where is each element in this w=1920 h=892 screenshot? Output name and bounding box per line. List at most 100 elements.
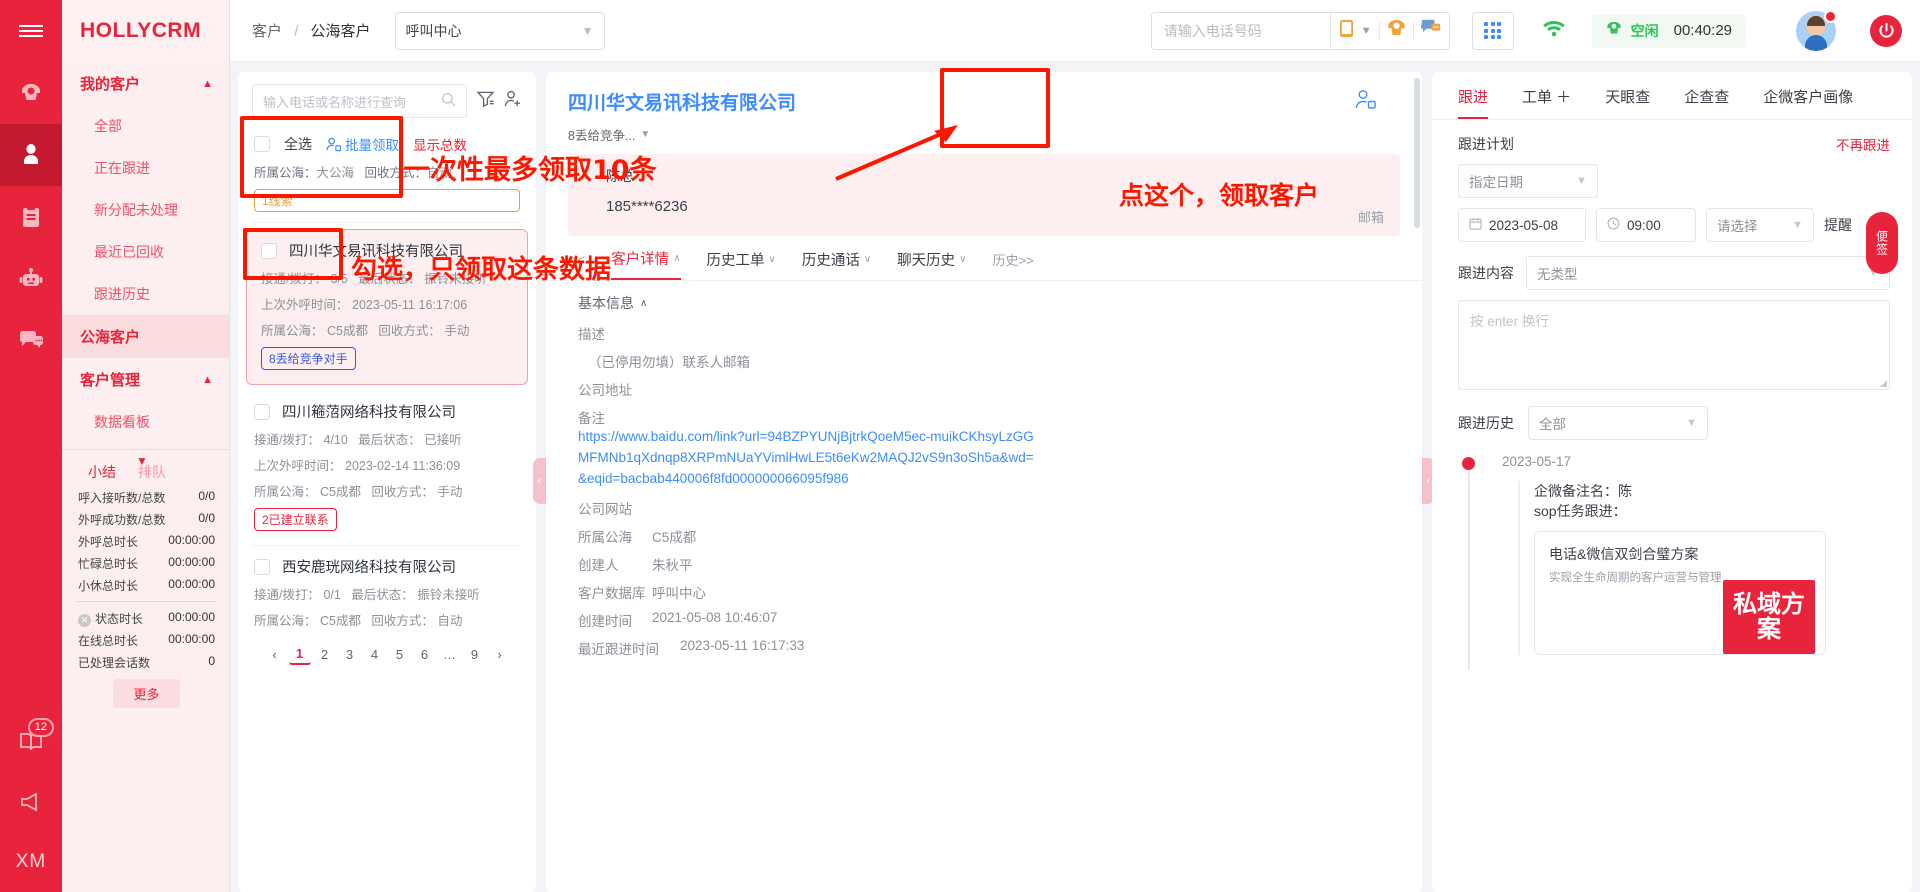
follow-content-textarea[interactable]: 按 enter 换行 [1458, 300, 1890, 390]
page-1[interactable]: 1 [288, 643, 311, 665]
list-item-name: 四川华文易讯科技有限公司 [289, 244, 463, 260]
collapse-left-handle[interactable]: ‹ [533, 458, 546, 504]
page-4[interactable]: 4 [364, 643, 386, 665]
list-item[interactable]: 西安鹿珖网络科技有限公司 接通/拨打： 0/1 最后状态： 振铃未接听 所属公海… [238, 546, 536, 633]
date-type-select[interactable]: 指定日期 ▼ [1458, 164, 1598, 198]
tab-next-arrows[interactable]: 历史>> [993, 250, 1034, 278]
page-2[interactable]: 2 [314, 643, 336, 665]
remind-select[interactable]: 请选择 ▼ [1706, 208, 1814, 242]
book-icon[interactable]: 12 [0, 712, 62, 772]
tab-history-calls[interactable]: 历史通话 ∨ [802, 249, 871, 279]
select-all-row: 全选 批量领取 显示总数 [238, 124, 536, 154]
field-key: 最近跟进时间 [578, 641, 659, 657]
page-5[interactable]: 5 [389, 643, 411, 665]
batch-claim-button[interactable]: 批量领取 [326, 134, 399, 154]
tab-prev-arrows[interactable]: << [570, 252, 585, 276]
stat-value: 0/0 [198, 488, 215, 503]
list-item-checkbox[interactable] [261, 242, 277, 259]
list-item-checkbox[interactable] [254, 403, 270, 420]
sidebar-group-customer-mgmt[interactable]: 客户管理 ▲ [62, 358, 229, 401]
mobile-icon[interactable] [1339, 19, 1354, 43]
apps-grid-button[interactable] [1471, 11, 1514, 50]
tab-customer-detail[interactable]: 客户详情 ∧ [611, 248, 681, 280]
claim-customer-button[interactable] [1338, 80, 1394, 120]
page-3[interactable]: 3 [339, 643, 361, 665]
page-prev[interactable]: ‹ [264, 643, 286, 665]
chevron-up-icon-2: ▲ [202, 373, 213, 386]
add-user-icon[interactable] [504, 90, 522, 113]
list-item-connect: 接通/拨打： 3/5 最后状态： 振铃未接听 [261, 261, 515, 287]
filter-icon[interactable] [476, 90, 495, 112]
no-follow-link[interactable]: 不再跟进 [1836, 134, 1890, 154]
megaphone-icon[interactable] [0, 772, 62, 832]
tab-follow[interactable]: 跟进 [1458, 86, 1489, 119]
power-button[interactable] [1870, 14, 1902, 47]
page-next[interactable]: › [489, 643, 511, 665]
agent-status-badge[interactable]: 空闲 00:40:29 [1591, 13, 1746, 48]
calendar-icon [1469, 217, 1482, 233]
date-input[interactable]: 2023-05-08 [1458, 208, 1586, 242]
tab-wecom-profile[interactable]: 企微客户画像 [1763, 86, 1853, 119]
phone-input[interactable] [1151, 12, 1330, 49]
sidebar-item-following[interactable]: 正在跟进 [62, 147, 229, 189]
follow-history-filter-select[interactable]: 全部 ▼ [1528, 406, 1708, 440]
sidebar-group-my-customers[interactable]: 我的客户 ▲ [62, 62, 229, 105]
divider-2 [1412, 21, 1414, 40]
list-item[interactable]: 四川篐菬网络科技有限公司 接通/拨打： 4/10 最后状态： 已接听 上次外呼时… [238, 391, 536, 545]
chat-icon[interactable] [0, 310, 62, 372]
sidebar-item-dashboard[interactable]: 数据看板 [62, 401, 229, 443]
timeline-card-title: 电话&微信双剑合璧方案 [1549, 546, 1699, 562]
stats-tab-summary[interactable]: 小结 [88, 462, 116, 482]
list-item[interactable]: 四川华文易讯科技有限公司 接通/拨打： 3/5 最后状态： 振铃未接听 上次外呼… [246, 229, 528, 385]
follow-content-type-select[interactable]: 无类型 ▼ [1526, 256, 1890, 290]
breadcrumb-root[interactable]: 客户 [252, 23, 282, 40]
time-input[interactable]: 09:00 [1596, 208, 1696, 242]
sidebar-item-recently-recycled[interactable]: 最近已回收 [62, 231, 229, 273]
field-key: 所属公海 [578, 529, 632, 545]
tab-chat-history[interactable]: 聊天历史 ∨ [897, 249, 966, 279]
more-button[interactable]: 更多 [113, 679, 180, 708]
follow-timeline: 2023-05-17 企微备注名：陈 sop任务跟进： 电话&微信双剑合璧方案 … [1432, 440, 1912, 670]
field-last-follow-time: 最近跟进时间 2023-05-11 16:17:33 [546, 630, 1422, 658]
field-value: 2021-05-08 10:46:07 [652, 609, 778, 625]
field-creator: 创建人 朱秋平 [546, 546, 1422, 574]
lastcall-label: 上次外呼时间： [254, 459, 342, 473]
field-contact-email: （已停用勿填）联系人邮箱 [588, 355, 750, 370]
tab-history-tickets[interactable]: 历史工单 ∨ [707, 249, 776, 279]
detail-subtag[interactable]: 8丢给竞争... ▼ [568, 125, 1400, 144]
tab-qichacha[interactable]: 企查查 [1684, 86, 1729, 119]
sidebar-group-public-sea[interactable]: 公海客户 [62, 315, 229, 358]
clipboard-icon[interactable] [0, 186, 62, 248]
channel-select[interactable]: 呼叫中心 ▼ [394, 11, 605, 50]
select-all-checkbox[interactable] [254, 136, 270, 152]
telephone-icon[interactable] [1387, 19, 1406, 42]
user-icon[interactable] [0, 124, 62, 186]
timeline-card[interactable]: 电话&微信双剑合璧方案 实现全生命周期的客户运营与管理 私域方案 [1534, 531, 1826, 655]
sea-label: 所属公海： [254, 614, 317, 628]
sticky-note-button[interactable]: 便签 [1866, 212, 1898, 274]
detail-scrollbar[interactable] [1414, 78, 1420, 228]
search-input[interactable]: 输入电话或名称进行查询 [252, 84, 467, 118]
avatar[interactable] [1796, 9, 1837, 51]
chevron-down-icon-phone[interactable]: ▼ [1361, 25, 1372, 37]
lastcall-value: 2023-05-11 16:17:06 [352, 298, 468, 312]
tab-ticket[interactable]: 工单 ＋ [1522, 86, 1571, 119]
list-separator [252, 222, 522, 223]
headset-phone-icon[interactable] [0, 62, 62, 124]
stat-row: 外呼成功数/总数 0/0 [74, 508, 219, 530]
page-6[interactable]: 6 [414, 643, 436, 665]
sidebar-item-new-unhandled[interactable]: 新分配未处理 [62, 189, 229, 231]
sidebar-item-all[interactable]: 全部 [62, 105, 229, 147]
show-total-link[interactable]: 显示总数 [413, 134, 467, 154]
remark-url-link[interactable]: https://www.baidu.com/link?url=94BZPYUNj… [546, 427, 1036, 490]
lastcall-value: 2023-02-14 11:36:09 [345, 459, 461, 473]
page-9[interactable]: 9 [464, 643, 486, 665]
tab-tianyancha[interactable]: 天眼查 [1605, 86, 1650, 119]
sidebar-item-follow-history[interactable]: 跟进历史 [62, 273, 229, 315]
menu-toggle-icon[interactable] [0, 0, 62, 62]
divider [1378, 21, 1380, 40]
section-basic-info[interactable]: 基本信息 ∧ [546, 281, 1422, 315]
message-icon[interactable] [1420, 19, 1441, 42]
robot-icon[interactable] [0, 248, 62, 310]
list-item-checkbox[interactable] [254, 558, 270, 575]
